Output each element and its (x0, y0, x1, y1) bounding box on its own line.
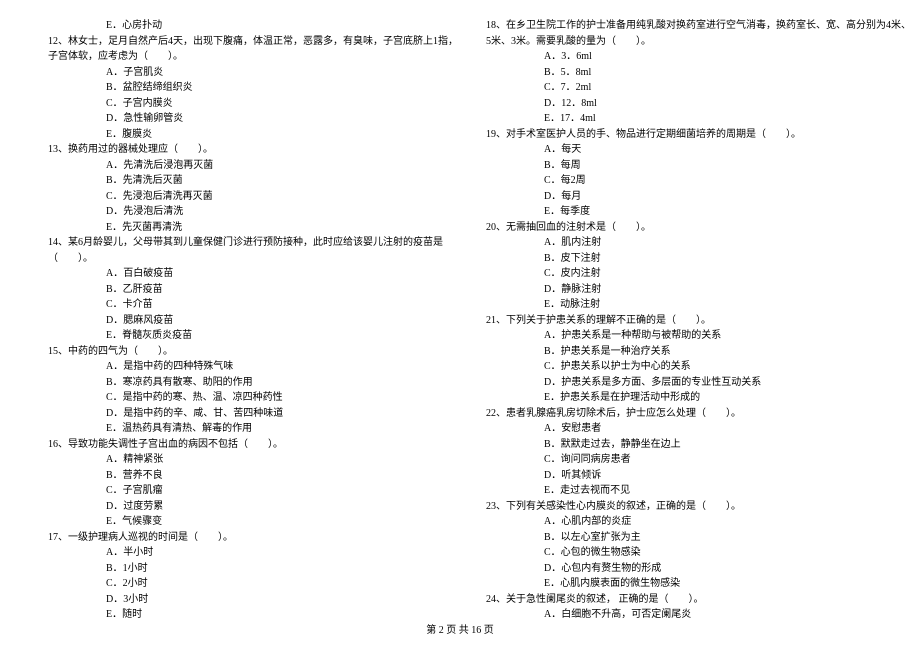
answer-option: E．动脉注射 (544, 297, 911, 313)
right-column: 18、在乡卫生院工作的护士准备用纯乳酸对换药室进行空气消毒，换药室长、宽、高分别… (486, 18, 911, 623)
answer-option: A．3．6ml (544, 49, 911, 65)
answer-option: D．过度劳累 (106, 499, 458, 515)
answer-option: C．询问同病房患者 (544, 452, 911, 468)
answer-option: A．百白破疫苗 (106, 266, 458, 282)
answer-option: E．气候骤变 (106, 514, 458, 530)
question-stem: 15、中药的四气为（ ）。 (48, 344, 458, 360)
answer-option: B．每周 (544, 158, 911, 174)
answer-option: C．皮内注射 (544, 266, 911, 282)
answer-option: E．护患关系是在护理活动中形成的 (544, 390, 911, 406)
answer-option: A．心肌内部的炎症 (544, 514, 911, 530)
answer-option: A．先清洗后浸泡再灭菌 (106, 158, 458, 174)
answer-option: C．卡介苗 (106, 297, 458, 313)
answer-option: E．先灭菌再清洗 (106, 220, 458, 236)
question-stem: 19、对手术室医护人员的手、物品进行定期细菌培养的周期是（ ）。 (486, 127, 911, 143)
question-stem: （ ）。 (48, 251, 458, 267)
question-stem: 21、下列关于护患关系的理解不正确的是（ ）。 (486, 313, 911, 329)
answer-option: A．护患关系是一种帮助与被帮助的关系 (544, 328, 911, 344)
question-stem: 14、某6月龄婴儿，父母带其到儿童保健门诊进行预防接种，此时应给该婴儿注射的疫苗… (48, 235, 458, 251)
answer-option: C．子宫肌瘤 (106, 483, 458, 499)
answer-option: C．护患关系以护士为中心的关系 (544, 359, 911, 375)
answer-option: A．半小时 (106, 545, 458, 561)
answer-option: A．肌内注射 (544, 235, 911, 251)
answer-option: D．心包内有赘生物的形成 (544, 561, 911, 577)
question-stem: 子宫体软，应考虑为（ ）。 (48, 49, 458, 65)
answer-option: D．每月 (544, 189, 911, 205)
answer-option: B．1小时 (106, 561, 458, 577)
answer-option: B．营养不良 (106, 468, 458, 484)
answer-option: B．寒凉药具有散寒、助阳的作用 (106, 375, 458, 391)
answer-option: C．先浸泡后清洗再灭菌 (106, 189, 458, 205)
answer-option: C．7．2ml (544, 80, 911, 96)
answer-option: B．护患关系是一种治疗关系 (544, 344, 911, 360)
answer-option: E．脊髓灰质炎疫苗 (106, 328, 458, 344)
question-stem: 24、关于急性阑尾炎的叙述， 正确的是（ ）。 (486, 592, 911, 608)
answer-option: A．是指中药的四种特殊气味 (106, 359, 458, 375)
answer-option: D．是指中药的辛、咸、甘、苦四种味道 (106, 406, 458, 422)
answer-option: E．每季度 (544, 204, 911, 220)
question-stem: 17、一级护理病人巡视的时间是（ ）。 (48, 530, 458, 546)
question-stem: 22、患者乳腺癌乳房切除术后，护士应怎么处理（ ）。 (486, 406, 911, 422)
answer-option: B．盆腔结缔组织炎 (106, 80, 458, 96)
answer-option: E．腹膜炎 (106, 127, 458, 143)
answer-option: B．以左心室扩张为主 (544, 530, 911, 546)
page-footer: 第 2 页 共 16 页 (0, 621, 920, 636)
answer-option: D．腮麻风疫苗 (106, 313, 458, 329)
answer-option: A．每天 (544, 142, 911, 158)
answer-option: B．皮下注射 (544, 251, 911, 267)
answer-option: C．子宫内膜炎 (106, 96, 458, 112)
answer-option: D．护患关系是多方面、多层面的专业性互动关系 (544, 375, 911, 391)
answer-option: D．3小时 (106, 592, 458, 608)
answer-option: E．温热药具有清热、解毒的作用 (106, 421, 458, 437)
answer-option: D．静脉注射 (544, 282, 911, 298)
answer-option: D．12．8ml (544, 96, 911, 112)
answer-option: B．默默走过去，静静坐在边上 (544, 437, 911, 453)
answer-option: D．听其倾诉 (544, 468, 911, 484)
answer-option: A．子宫肌炎 (106, 65, 458, 81)
question-stem: 18、在乡卫生院工作的护士准备用纯乳酸对换药室进行空气消毒，换药室长、宽、高分别… (486, 18, 911, 34)
answer-option: C．是指中药的寒、热、温、凉四种药性 (106, 390, 458, 406)
answer-option: C．每2周 (544, 173, 911, 189)
answer-option: B．先清洗后灭菌 (106, 173, 458, 189)
question-stem: 5米、3米。需要乳酸的量为（ ）。 (486, 34, 911, 50)
answer-option: E．17．4ml (544, 111, 911, 127)
answer-option: E．心肌内膜表面的微生物感染 (544, 576, 911, 592)
answer-option: B．乙肝疫苗 (106, 282, 458, 298)
question-stem: 13、换药用过的器械处理应（ ）。 (48, 142, 458, 158)
answer-option: E．走过去视而不见 (544, 483, 911, 499)
left-column: E．心房扑动12、林女士，足月自然产后4天，出现下腹痛，体温正常，恶露多，有臭味… (48, 18, 458, 623)
question-stem: 23、下列有关感染性心内膜炎的叙述，正确的是（ ）。 (486, 499, 911, 515)
answer-option: A．安慰患者 (544, 421, 911, 437)
answer-option: D．先浸泡后清洗 (106, 204, 458, 220)
answer-option: B．5．8ml (544, 65, 911, 81)
question-stem: 12、林女士，足月自然产后4天，出现下腹痛，体温正常，恶露多，有臭味，子宫底脐上… (48, 34, 458, 50)
answer-option: A．精神紧张 (106, 452, 458, 468)
question-stem: 16、导致功能失调性子宫出血的病因不包括（ ）。 (48, 437, 458, 453)
answer-option: C．2小时 (106, 576, 458, 592)
page-columns: E．心房扑动12、林女士，足月自然产后4天，出现下腹痛，体温正常，恶露多，有臭味… (48, 18, 872, 623)
answer-option: E．心房扑动 (106, 18, 458, 34)
answer-option: C．心包的微生物感染 (544, 545, 911, 561)
question-stem: 20、无需抽回血的注射术是（ ）。 (486, 220, 911, 236)
answer-option: D．急性输卵管炎 (106, 111, 458, 127)
